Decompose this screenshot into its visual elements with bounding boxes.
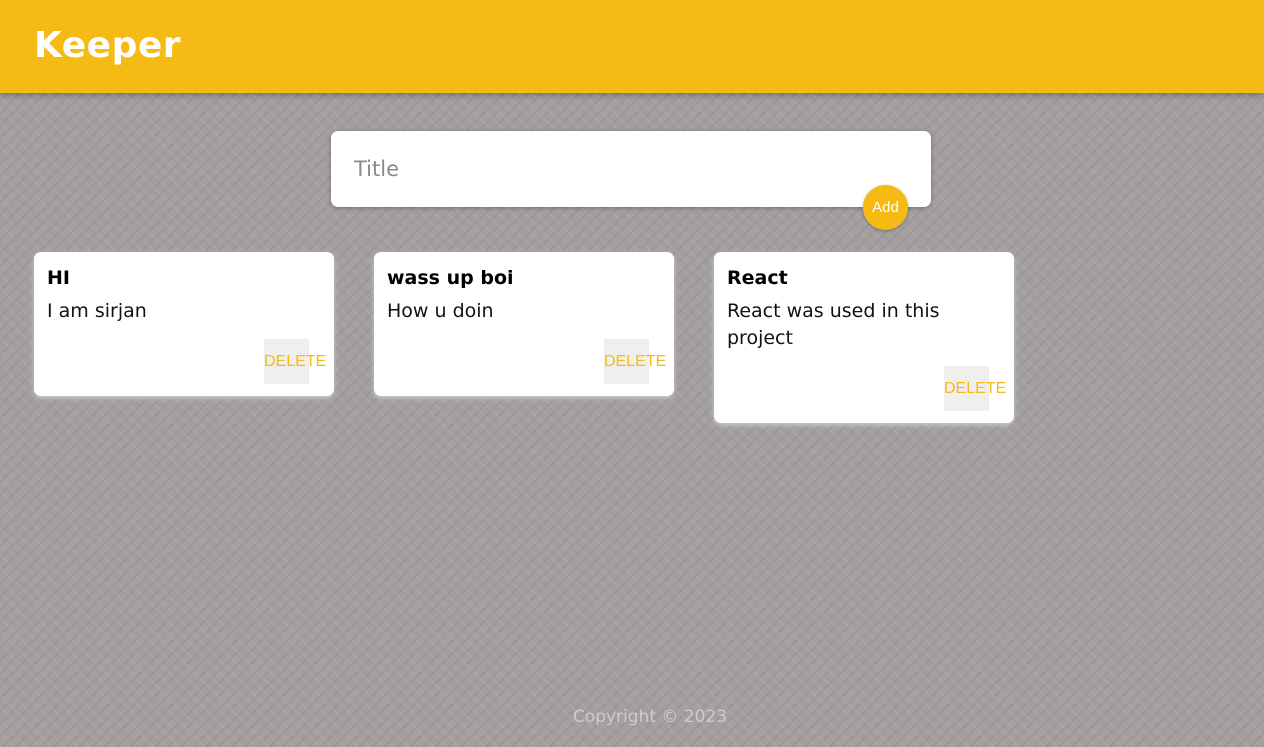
add-note-button[interactable]: Add [863,185,908,230]
note-content: How u doin [387,300,494,322]
note-card: wass up boi How u doin DELETE [374,252,674,396]
note-card: React React was used in this project DEL… [714,252,1014,423]
note-title: wass up boi [387,267,514,289]
app-logo-title: Keeper [34,25,182,66]
title-input[interactable] [331,131,931,207]
delete-note-button[interactable]: DELETE [604,339,666,384]
note-content: I am sirjan [47,300,147,322]
note-title: HI [47,267,70,289]
delete-note-button[interactable]: DELETE [264,339,326,384]
create-note-form: Add [331,131,931,230]
footer: Copyright © 2023 [0,704,1264,730]
copyright-text: Copyright © 2023 [572,707,728,727]
note-content: React was used in this project [727,300,940,349]
app-header: Keeper [0,0,1264,93]
note-title: React [727,267,788,289]
note-card: HI I am sirjan DELETE [34,252,334,396]
delete-note-button[interactable]: DELETE [944,366,1006,411]
